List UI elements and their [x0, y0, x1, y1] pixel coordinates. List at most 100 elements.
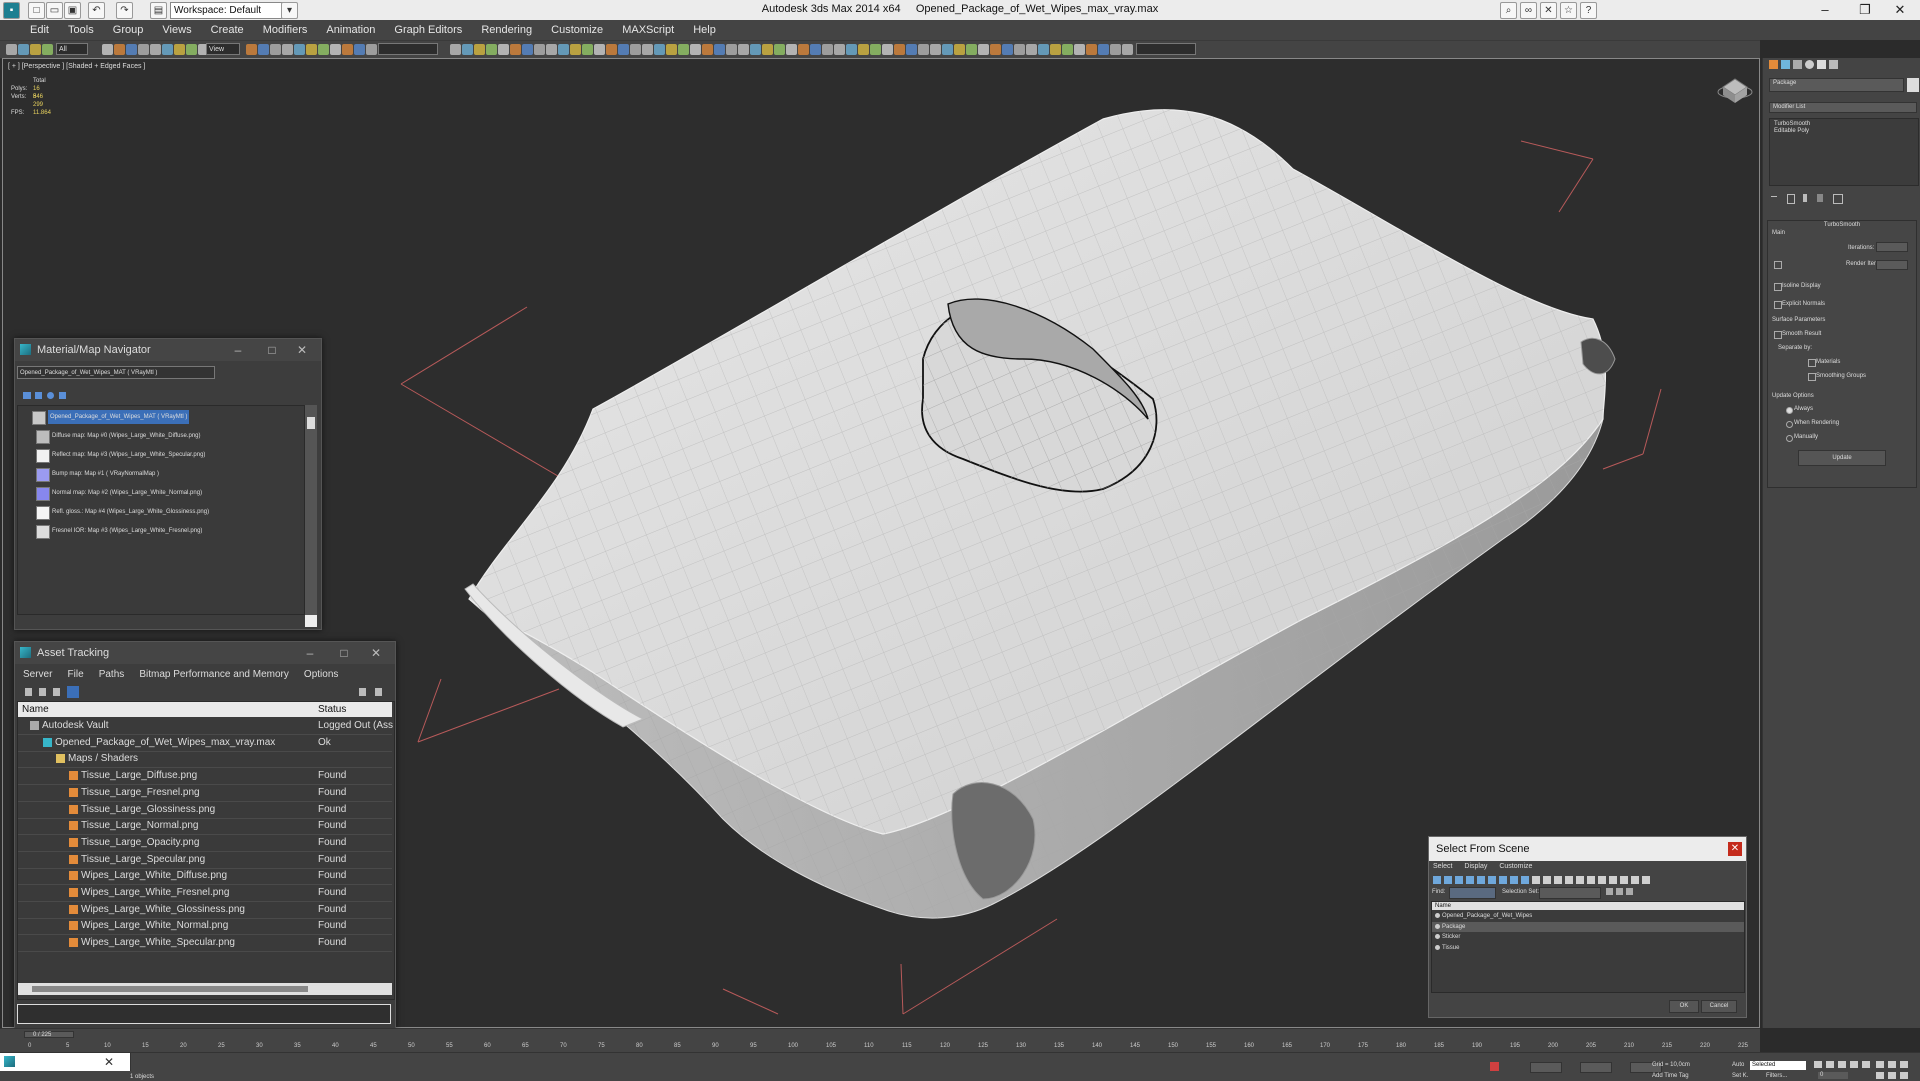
show-end-result-icon[interactable]	[1787, 194, 1795, 204]
hierarchy-tab-icon[interactable]	[1793, 60, 1802, 69]
settings-icon[interactable]	[375, 688, 382, 696]
field-of-view-icon[interactable]	[1888, 1072, 1896, 1079]
toolbar-tool-icon[interactable]	[846, 44, 857, 55]
asset-table-hscroll[interactable]	[18, 983, 392, 995]
sfs-filter-icon[interactable]	[1444, 876, 1452, 884]
stack-item-turbosmooth[interactable]: TurboSmooth	[1774, 121, 1810, 127]
sfs-filter-icon[interactable]	[1620, 876, 1628, 884]
menu-graph-editors[interactable]: Graph Editors	[386, 20, 470, 40]
asset-table-row[interactable]: Tissue_Large_Fresnel.png Found	[18, 785, 392, 802]
toolbar-tool-icon[interactable]	[630, 44, 641, 55]
auto-key-button[interactable]: Auto	[1732, 1062, 1744, 1068]
zoom-icon[interactable]	[1876, 1061, 1884, 1068]
at-menu-paths[interactable]: Paths	[93, 667, 131, 683]
utilities-tab-icon[interactable]	[1829, 60, 1838, 69]
toolbar-tool-icon[interactable]	[978, 44, 989, 55]
object-name-field[interactable]: Package	[1769, 78, 1904, 92]
close-icon[interactable]: ✕	[287, 339, 317, 361]
previous-frame-icon[interactable]	[1826, 1061, 1834, 1068]
sfs-filter-icon[interactable]	[1565, 876, 1573, 884]
asset-table-row[interactable]: Tissue_Large_Opacity.png Found	[18, 835, 392, 852]
toolbar-tool-icon[interactable]	[18, 44, 29, 55]
minimize-icon[interactable]: –	[223, 339, 253, 361]
named-selection-dropdown[interactable]	[378, 43, 438, 55]
sfs-menu-customize[interactable]: Customize	[1499, 863, 1532, 870]
pin-stack-icon[interactable]	[1771, 196, 1777, 197]
toolbar-tool-icon[interactable]	[498, 44, 509, 55]
toolbar-tool-icon[interactable]	[246, 44, 257, 55]
smooth-result-checkbox[interactable]	[1774, 331, 1782, 339]
tools-icon[interactable]: ✕	[1540, 2, 1557, 19]
menu-maxscript[interactable]: MAXScript	[614, 20, 682, 40]
sfs-filter-icon[interactable]	[1521, 876, 1529, 884]
sfs-object-item[interactable]: Tissue	[1432, 943, 1744, 953]
menu-create[interactable]: Create	[203, 20, 252, 40]
toolbar-tool-icon[interactable]	[318, 44, 329, 55]
toolbar-tool-icon[interactable]	[570, 44, 581, 55]
make-unique-icon[interactable]	[1803, 194, 1807, 202]
toolbar-tool-icon[interactable]	[450, 44, 461, 55]
toolbar-tool-icon[interactable]	[138, 44, 149, 55]
toolbar-tool-icon[interactable]	[702, 44, 713, 55]
star-icon[interactable]: ☆	[1560, 2, 1577, 19]
toolbar-tool-icon[interactable]	[774, 44, 785, 55]
sfs-object-item[interactable]: Package	[1432, 921, 1744, 932]
asset-table-row[interactable]: Tissue_Large_Glossiness.png Found	[18, 802, 392, 819]
toolbar-tool-icon[interactable]	[474, 44, 485, 55]
go-to-start-icon[interactable]	[1814, 1061, 1822, 1068]
toolbar-tool-icon[interactable]	[174, 44, 185, 55]
toolbar-tool-icon[interactable]	[102, 44, 113, 55]
toolbar-tool-icon[interactable]	[690, 44, 701, 55]
toolbar-tool-icon[interactable]	[1074, 44, 1085, 55]
remove-from-set-icon[interactable]	[1626, 888, 1633, 895]
toolbar-tool-icon[interactable]	[930, 44, 941, 55]
sfs-filter-icon[interactable]	[1543, 876, 1551, 884]
viewcube-icon[interactable]	[1717, 78, 1753, 103]
toolbar-tool-icon[interactable]	[30, 44, 41, 55]
toolbar-tool-icon[interactable]	[534, 44, 545, 55]
asset-table-row[interactable]: Wipes_Large_White_Fresnel.png Found	[18, 885, 392, 902]
sfs-object-item[interactable]: Opened_Package_of_Wet_Wipes	[1432, 911, 1744, 921]
menu-tools[interactable]: Tools	[60, 20, 102, 40]
binoculars-icon[interactable]: ∞	[1520, 2, 1537, 19]
toolbar-tool-icon[interactable]	[150, 44, 161, 55]
motion-tab-icon[interactable]	[1805, 60, 1814, 69]
sfs-filter-icon[interactable]	[1554, 876, 1562, 884]
sfs-filter-icon[interactable]	[1576, 876, 1584, 884]
toolbar-tool-icon[interactable]	[858, 44, 869, 55]
toolbar-tool-icon[interactable]	[1038, 44, 1049, 55]
list-icons-view-icon[interactable]	[35, 392, 42, 399]
menu-group[interactable]: Group	[105, 20, 152, 40]
sfs-filter-icon[interactable]	[1631, 876, 1639, 884]
toolbar-tool-icon[interactable]	[1026, 44, 1037, 55]
next-frame-icon[interactable]	[1850, 1061, 1858, 1068]
add-to-set-icon[interactable]	[1616, 888, 1623, 895]
close-icon[interactable]: ✕	[1880, 0, 1920, 20]
toolbar-tool-icon[interactable]	[258, 44, 269, 55]
current-frame-field[interactable]: 0	[1818, 1072, 1848, 1079]
table-view-icon[interactable]	[25, 688, 32, 696]
explicit-normals-checkbox[interactable]	[1774, 301, 1782, 309]
y-coordinate-field[interactable]	[1580, 1062, 1612, 1073]
sfs-filter-icon[interactable]	[1477, 876, 1485, 884]
when-rendering-radio[interactable]	[1786, 421, 1793, 428]
toolbar-tool-icon[interactable]	[558, 44, 569, 55]
toolbar-tool-icon[interactable]	[966, 44, 977, 55]
minimize-icon[interactable]: –	[1805, 0, 1845, 20]
object-color-swatch[interactable]	[1907, 78, 1919, 92]
toolbar-tool-icon[interactable]	[282, 44, 293, 55]
sfs-menu-display[interactable]: Display	[1464, 863, 1497, 870]
toolbar-tool-icon[interactable]	[666, 44, 677, 55]
highlight-view-icon[interactable]	[67, 686, 79, 698]
display-tab-icon[interactable]	[1817, 60, 1826, 69]
toolbar-tool-icon[interactable]	[546, 44, 557, 55]
reference-coordinate-dropdown[interactable]: View	[206, 43, 240, 55]
toolbar-tool-icon[interactable]	[486, 44, 497, 55]
help-icon[interactable]	[359, 688, 366, 696]
toolbar-tool-icon[interactable]	[1086, 44, 1097, 55]
update-button[interactable]: Update	[1798, 450, 1886, 466]
always-radio[interactable]	[1786, 407, 1793, 414]
sfs-filter-icon[interactable]	[1642, 876, 1650, 884]
orbit-icon[interactable]	[1900, 1061, 1908, 1068]
toolbar-tool-icon[interactable]	[366, 44, 377, 55]
